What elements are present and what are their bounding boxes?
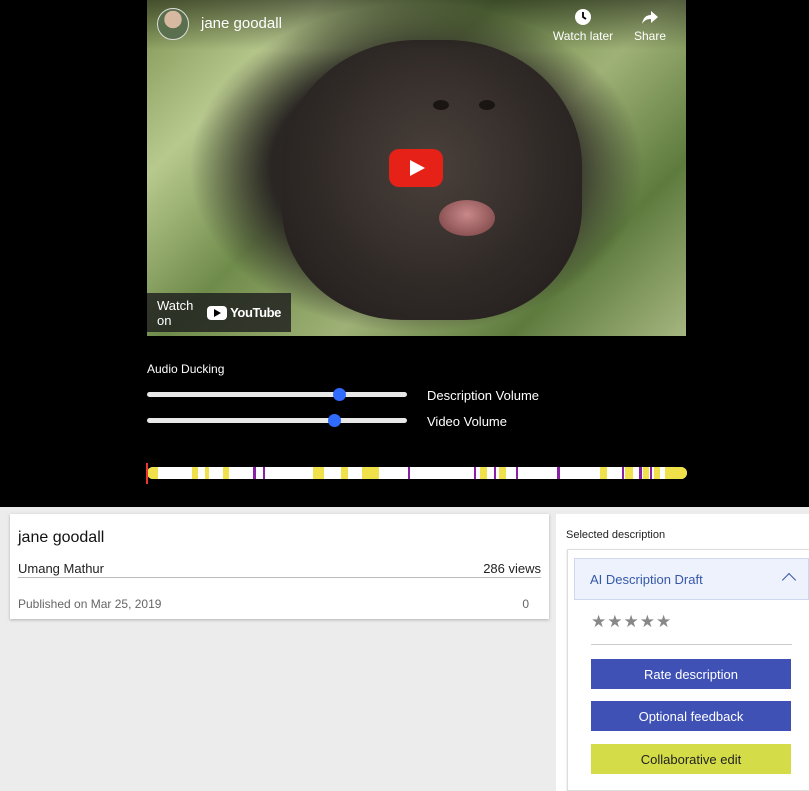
play-button[interactable] xyxy=(389,149,443,187)
chevron-up-icon[interactable] xyxy=(781,572,797,588)
timeline-segment-extended[interactable] xyxy=(650,467,653,479)
timeline-segment-extended[interactable] xyxy=(474,467,477,479)
video-frame-mouth xyxy=(439,200,495,236)
description-card-header[interactable]: AI Description Draft xyxy=(574,558,809,600)
timeline-segment-extended[interactable] xyxy=(639,467,642,479)
timeline-segment-inline[interactable] xyxy=(361,467,380,479)
timeline-segment-extended[interactable] xyxy=(407,467,410,479)
video-stage: jane goodall Watch later Share Watch on … xyxy=(0,0,809,507)
timeline-segment-inline[interactable] xyxy=(191,467,199,479)
rate-description-button[interactable]: Rate description xyxy=(591,659,791,689)
description-card: AI Description Draft ★★★★★ Rate descript… xyxy=(567,549,809,791)
watch-later-label: Watch later xyxy=(552,29,614,43)
youtube-play-icon xyxy=(207,305,228,320)
audio-ducking-label: Audio Ducking xyxy=(147,362,225,376)
timeline-segment-extended[interactable] xyxy=(494,467,497,479)
timeline-segment-inline[interactable] xyxy=(479,467,488,479)
timeline-segment-extended[interactable] xyxy=(253,467,256,479)
description-card-title: AI Description Draft xyxy=(590,572,703,587)
timeline-segment-extended[interactable] xyxy=(263,467,266,479)
collaborative-edit-button[interactable]: Collaborative edit xyxy=(591,744,791,774)
timeline-segment-inline[interactable] xyxy=(147,467,158,479)
video-frame-eye xyxy=(433,100,449,110)
optional-feedback-button[interactable]: Optional feedback xyxy=(591,701,791,731)
watch-on-label: Watch on xyxy=(157,297,194,328)
video-title: jane goodall xyxy=(18,529,105,546)
share-arrow-icon xyxy=(642,11,658,24)
timeline-segment-extended[interactable] xyxy=(622,467,625,479)
share-label: Share xyxy=(633,29,667,43)
timeline-segment-inline[interactable] xyxy=(204,467,210,479)
channel-avatar[interactable] xyxy=(157,8,189,40)
timeline-segment-inline[interactable] xyxy=(312,467,324,479)
timeline-playhead[interactable] xyxy=(146,463,148,484)
watch-on-youtube-link[interactable]: Watch on YouTube xyxy=(147,293,291,332)
view-count: 286 views xyxy=(483,561,541,576)
timeline-segment-inline[interactable] xyxy=(653,467,660,479)
embedded-video-player[interactable]: jane goodall Watch later Share Watch on … xyxy=(147,0,686,336)
timeline-segment-extended[interactable] xyxy=(515,467,518,479)
description-volume-label: Description Volume xyxy=(427,388,539,403)
description-timeline[interactable] xyxy=(147,467,687,479)
video-volume-slider[interactable] xyxy=(147,414,407,427)
description-volume-thumb[interactable] xyxy=(333,388,347,401)
clock-icon xyxy=(575,9,591,25)
selected-description-panel: Selected description AI Description Draf… xyxy=(556,514,809,791)
video-volume-label: Video Volume xyxy=(427,414,507,429)
youtube-wordmark: YouTube xyxy=(230,305,281,320)
timeline-segment-inline[interactable] xyxy=(665,467,687,479)
video-author: Umang Mathur xyxy=(18,561,104,576)
timeline-segment-inline[interactable] xyxy=(341,467,348,479)
description-divider xyxy=(591,644,792,645)
selected-description-label: Selected description xyxy=(566,529,666,541)
star-rating[interactable]: ★★★★★ xyxy=(591,612,672,632)
video-channel-title[interactable]: jane goodall xyxy=(201,15,282,32)
timeline-segment-inline[interactable] xyxy=(599,467,608,479)
info-count: 0 xyxy=(522,597,529,611)
timeline-segment-inline[interactable] xyxy=(222,467,230,479)
video-info-card: jane goodall Umang Mathur 286 views Publ… xyxy=(10,514,549,619)
timeline-segment-inline[interactable] xyxy=(499,467,506,479)
video-frame-eye xyxy=(479,100,495,110)
share-button[interactable]: Share xyxy=(629,8,671,43)
video-volume-thumb[interactable] xyxy=(328,414,342,427)
published-date: Published on Mar 25, 2019 xyxy=(18,597,162,611)
info-divider xyxy=(18,577,541,578)
watch-later-button[interactable]: Watch later xyxy=(550,8,616,43)
timeline-segment-extended[interactable] xyxy=(557,467,560,479)
timeline-segment-inline[interactable] xyxy=(625,467,633,479)
youtube-logo: YouTube xyxy=(207,305,281,320)
description-volume-slider[interactable] xyxy=(147,388,407,401)
timeline-segment-inline[interactable] xyxy=(642,467,650,479)
